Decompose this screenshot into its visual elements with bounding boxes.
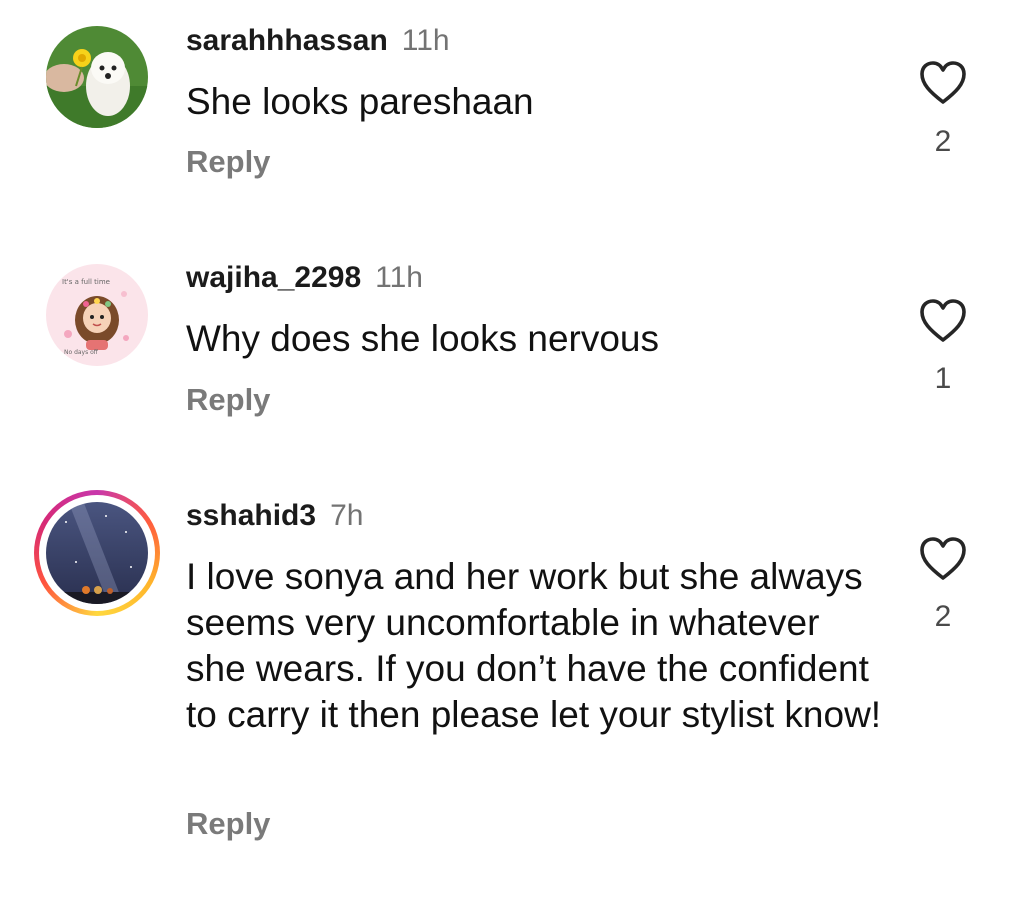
story-ring[interactable] (34, 490, 160, 616)
comment-text: I love sonya and her work but she always… (186, 556, 882, 735)
like-count: 2 (934, 600, 952, 633)
reply-button[interactable]: Reply (186, 144, 270, 180)
timestamp: 11h (375, 261, 423, 294)
reply-button[interactable]: Reply (186, 806, 270, 842)
like-count: 2 (934, 125, 952, 158)
username[interactable]: sarahhhassan (186, 24, 388, 57)
heart-outline-icon[interactable] (918, 60, 968, 106)
avatar (46, 502, 148, 604)
like-count: 1 (934, 362, 952, 395)
cartoon-girl-avatar-image: It's a full time No days off (46, 264, 148, 366)
reply-button[interactable]: Reply (186, 382, 270, 418)
heart-outline-icon[interactable] (918, 298, 968, 344)
username[interactable]: sshahid3 (186, 499, 316, 532)
avatar[interactable] (46, 26, 148, 128)
username[interactable]: wajiha_2298 (186, 261, 361, 294)
night-sky-avatar-image (46, 502, 148, 604)
comment-header: sarahhhassan 11h (186, 24, 450, 58)
svg-text:It's a full time: It's a full time (62, 278, 110, 286)
dog-photo-avatar-image (46, 26, 148, 128)
comment-header: sshahid3 7h (186, 499, 363, 533)
timestamp: 11h (401, 24, 450, 57)
comment-header: wajiha_2298 11h (186, 261, 423, 295)
heart-outline-icon[interactable] (918, 536, 968, 582)
timestamp: 7h (330, 499, 364, 532)
comment-text: She looks pareshaan (186, 81, 534, 122)
svg-text:No days off: No days off (64, 349, 99, 356)
avatar[interactable]: It's a full time No days off (46, 264, 148, 366)
comment-text: Why does she looks nervous (186, 318, 660, 359)
